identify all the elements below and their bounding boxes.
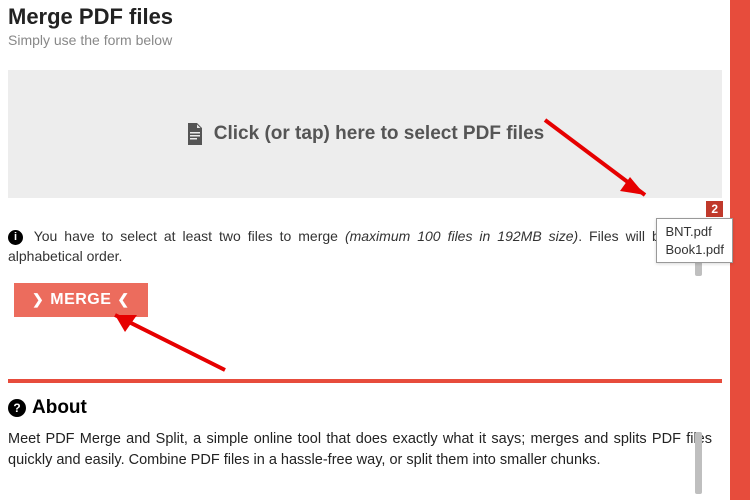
about-heading: About: [32, 397, 87, 419]
about-text: Meet PDF Merge and Split, a simple onlin…: [8, 429, 722, 471]
file-dropzone[interactable]: Click (or tap) here to select PDF files: [8, 70, 722, 198]
right-accent-band: [730, 0, 750, 500]
file-list-popup: BNT.pdf Book1.pdf: [656, 218, 733, 263]
scrollbar-thumb[interactable]: [695, 432, 702, 494]
file-item: Book1.pdf: [665, 241, 724, 259]
chevron-right-icon: ❯: [32, 291, 44, 308]
merge-button-label: MERGE: [50, 291, 111, 309]
dropzone-label: Click (or tap) here to select PDF files: [214, 123, 544, 145]
info-icon: i: [8, 230, 23, 245]
merge-button[interactable]: ❯ MERGE ❮: [14, 283, 148, 317]
page-title: Merge PDF files: [8, 4, 722, 30]
section-divider: [8, 379, 722, 383]
file-item: BNT.pdf: [665, 223, 724, 241]
file-count-badge[interactable]: 2: [706, 201, 723, 217]
pdf-file-icon: [186, 123, 204, 145]
chevron-left-icon: ❮: [117, 291, 129, 308]
info-text: i You have to select at least two files …: [8, 226, 722, 267]
question-icon: ?: [8, 399, 26, 417]
page-subtitle: Simply use the form below: [8, 32, 722, 48]
